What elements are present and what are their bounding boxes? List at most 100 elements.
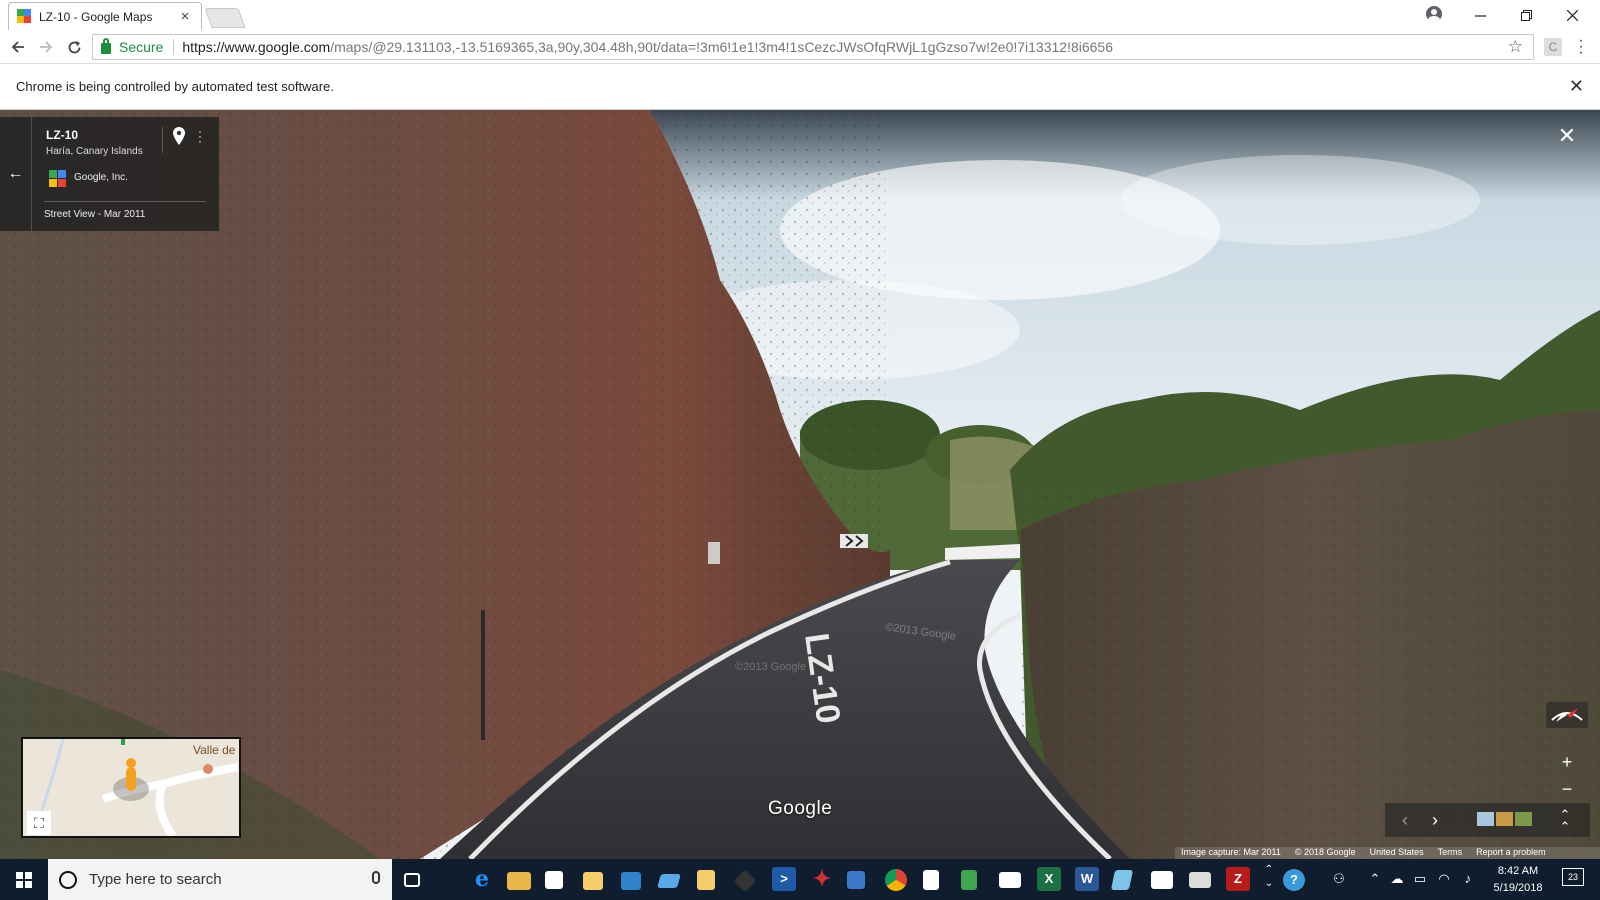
tab-google-maps[interactable]: LZ-10 - Google Maps × [8,2,202,30]
extension-icon[interactable]: C [1544,38,1562,56]
more-options-icon[interactable]: · · · [197,125,203,147]
mini-map[interactable]: Valle de ⛶ [21,737,241,838]
filmstrip-next-icon[interactable]: › [1425,808,1445,832]
minimize-icon[interactable] [1457,2,1503,28]
forward-icon[interactable] [34,36,58,58]
help-icon[interactable]: ? [1283,869,1305,891]
sticky-notes-icon[interactable] [1110,870,1134,890]
onedrive-icon[interactable]: ☁ [1389,871,1405,887]
automation-infobar: Chrome is being controlled by automated … [0,64,1600,110]
capture-date-selector[interactable]: Street View - Mar 2011 [44,209,145,220]
volume-muted-icon[interactable]: ♪ [1460,871,1476,886]
reload-icon[interactable] [62,36,86,58]
copyright: © 2018 Google [1294,847,1356,857]
terminal-icon[interactable] [733,869,757,893]
country-link[interactable]: United States [1370,847,1424,859]
location-subtitle: Haría, Canary Islands [46,146,143,157]
maximize-icon[interactable] [1503,2,1549,28]
cortana-icon [59,870,77,889]
google-watermark: Google [768,798,833,819]
store-icon[interactable] [545,871,563,889]
lock-icon [101,38,111,54]
terms-link[interactable]: Terms [1438,847,1463,859]
location-title: LZ-10 [46,128,79,142]
filmstrip-thumb[interactable] [1496,812,1513,826]
red-app-icon[interactable]: ✦ [810,867,834,891]
filmstrip-expand-icon[interactable]: ⌃ ⌃ [1553,808,1577,833]
start-button[interactable] [0,859,48,900]
street-view-panorama[interactable]: LZ-10 ©2013 Google ©2013 Google ← LZ-10 … [0,110,1600,859]
notification-count: 23 [1567,872,1578,882]
wifi-icon[interactable]: ◠ [1436,871,1452,887]
files-icon[interactable] [583,872,603,890]
file-explorer-icon[interactable] [507,872,531,890]
menu-icon[interactable]: · · · [1576,33,1586,61]
clock-time[interactable]: 8:42 AM [1483,865,1553,877]
powershell-icon[interactable]: > [772,867,796,891]
notepad-icon[interactable] [961,870,977,890]
photos-icon[interactable] [1151,871,1173,889]
taskbar-search-input[interactable]: Type here to search [48,859,392,900]
chrome-icon[interactable] [885,869,907,891]
filezilla-icon[interactable]: Z [1226,867,1250,891]
people-icon[interactable]: ⚇ [1331,871,1347,887]
profile-icon[interactable] [1426,6,1442,22]
tab-title: LZ-10 - Google Maps [39,9,153,24]
microphone-icon[interactable] [372,871,380,884]
map-pin-icon[interactable] [172,127,186,145]
windows-logo-icon [16,871,32,888]
url-input[interactable]: Secure https://www.google.com/maps/@29.1… [92,34,1534,60]
notification-center-icon[interactable]: 23 [1562,868,1584,886]
windows-taskbar: Type here to search e > ✦ X W Z ⌃ ⌄ ? ⚇ ⌃… [0,859,1600,900]
new-tab-icon[interactable] [204,8,246,28]
document-icon[interactable] [923,870,939,890]
secure-label: Secure [119,39,164,55]
close-window-icon[interactable] [1549,2,1595,28]
folder-icon[interactable] [697,870,715,890]
word-icon[interactable]: W [1075,867,1099,891]
remote-desktop-icon[interactable] [1189,872,1211,888]
omnibox-divider [173,39,175,55]
favicon-maps-icon [17,9,32,24]
expand-map-icon[interactable]: ⛶ [27,811,51,835]
close-infobar-icon[interactable]: ✕ [1569,76,1584,97]
clock-date[interactable]: 5/19/2018 [1483,882,1553,894]
zoom-out-button[interactable]: − [1554,777,1580,801]
close-street-view-icon[interactable]: ✕ [1555,124,1579,148]
excel-icon[interactable]: X [1037,867,1061,891]
image-watermark-secondary: ©2013 Google [735,661,806,673]
image-capture-date: Image capture: Mar 2011 [1181,847,1281,857]
edge-icon[interactable]: e [470,867,494,891]
filmstrip-prev-icon[interactable]: ‹ [1395,808,1415,832]
zoom-in-button[interactable]: + [1554,750,1580,774]
taskbar-scroll-icon[interactable]: ⌃ ⌄ [1261,863,1277,891]
battery-icon[interactable]: ▭ [1412,871,1428,887]
star-icon[interactable]: ☆ [1508,37,1523,57]
infobar-text: Chrome is being controlled by automated … [16,79,334,94]
compass-icon[interactable] [1546,702,1588,728]
tab-close-icon[interactable]: × [177,8,193,25]
task-view-icon[interactable] [404,873,420,887]
url-host: https://www.google.com [182,39,331,55]
street-view-info-card: ← LZ-10 Haría, Canary Islands · · · Google… [0,117,219,231]
attribution-bar: Image capture: Mar 2011 © 2018 Google Un… [1175,847,1600,859]
filmstrip-thumb[interactable] [1477,812,1494,826]
imagery-owner[interactable]: Google, Inc. [74,172,128,183]
back-icon[interactable] [6,36,30,58]
mini-map-place-label: Valle de [193,743,236,757]
mail-icon[interactable] [999,872,1021,888]
search-placeholder: Type here to search [89,871,222,888]
filmstrip-thumb[interactable] [1515,812,1532,826]
report-problem-link[interactable]: Report a problem [1476,847,1546,859]
back-arrow-icon[interactable]: ← [0,117,32,231]
vpn-icon[interactable] [657,874,681,888]
card-divider [162,127,163,153]
google-maps-logo-icon [49,170,66,187]
show-hidden-icons-icon[interactable]: ⌃ [1367,871,1383,887]
outlook-icon[interactable] [621,872,641,890]
browser-tab-strip: LZ-10 - Google Maps × [0,0,1600,30]
network-icon[interactable] [847,871,865,889]
address-bar-row: Secure https://www.google.com/maps/@29.1… [0,30,1600,64]
card-separator [44,201,206,202]
url-path: /maps/@29.131103,-13.5169365,3a,90y,304.… [330,39,1114,55]
